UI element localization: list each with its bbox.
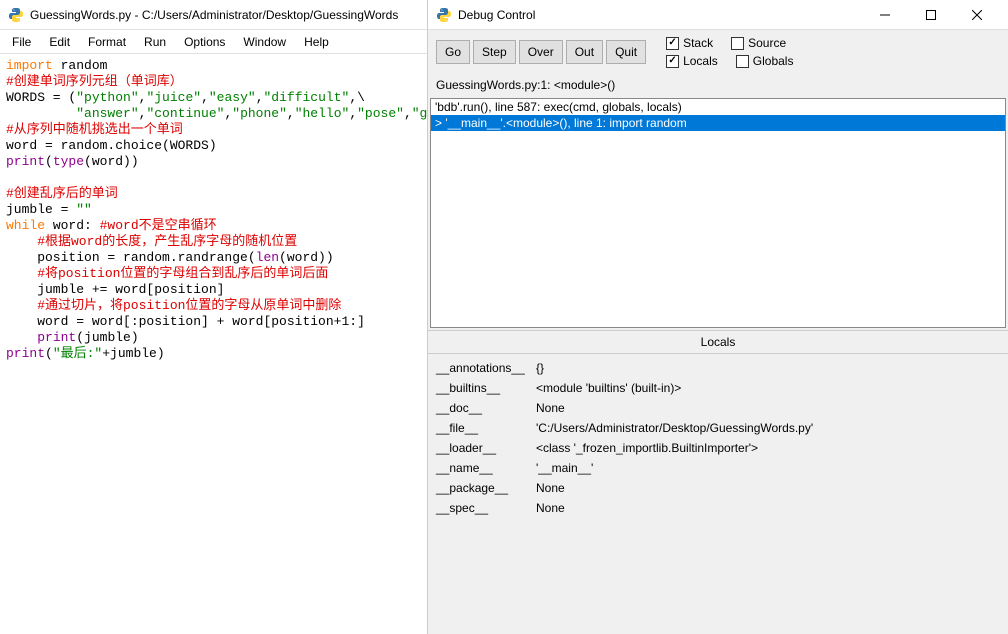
globals-checkbox[interactable]: Globals xyxy=(736,54,794,68)
editor-titlebar: GuessingWords.py - C:/Users/Administrato… xyxy=(0,0,427,30)
checkbox-icon xyxy=(666,55,679,68)
python-icon xyxy=(436,7,452,23)
menu-file[interactable]: File xyxy=(4,33,39,51)
editor-window: GuessingWords.py - C:/Users/Administrato… xyxy=(0,0,428,634)
locals-row: __builtins__<module 'builtins' (built-in… xyxy=(436,378,1000,398)
editor-menubar: File Edit Format Run Options Window Help xyxy=(0,30,427,54)
locals-row: __loader__<class '_frozen_importlib.Buil… xyxy=(436,438,1000,458)
go-button[interactable]: Go xyxy=(436,40,470,64)
step-button[interactable]: Step xyxy=(473,40,516,64)
maximize-button[interactable] xyxy=(908,0,954,30)
locals-row: __name__'__main__' xyxy=(436,458,1000,478)
menu-window[interactable]: Window xyxy=(235,33,294,51)
menu-edit[interactable]: Edit xyxy=(41,33,78,51)
over-button[interactable]: Over xyxy=(519,40,563,64)
minimize-button[interactable] xyxy=(862,0,908,30)
python-icon xyxy=(8,7,24,23)
locals-row: __package__None xyxy=(436,478,1000,498)
debug-status: GuessingWords.py:1: <module>() xyxy=(428,74,1008,96)
source-checkbox[interactable]: Source xyxy=(731,36,786,50)
editor-title: GuessingWords.py - C:/Users/Administrato… xyxy=(30,8,419,22)
checkbox-icon xyxy=(731,37,744,50)
out-button[interactable]: Out xyxy=(566,40,603,64)
menu-options[interactable]: Options xyxy=(176,33,233,51)
stack-line-selected[interactable]: > '__main__'.<module>(), line 1: import … xyxy=(431,115,1005,131)
menu-help[interactable]: Help xyxy=(296,33,337,51)
locals-panel: __annotations__{} __builtins__<module 'b… xyxy=(428,354,1008,634)
locals-row: __annotations__{} xyxy=(436,358,1000,378)
debug-window: Debug Control Go Step Over Out Quit xyxy=(428,0,1008,634)
checkbox-icon xyxy=(666,37,679,50)
stack-checkbox[interactable]: Stack xyxy=(666,36,713,50)
stack-trace[interactable]: 'bdb'.run(), line 587: exec(cmd, globals… xyxy=(430,98,1006,328)
locals-checkbox[interactable]: Locals xyxy=(666,54,718,68)
close-button[interactable] xyxy=(954,0,1000,30)
debug-toolbar: Go Step Over Out Quit Stack Source xyxy=(428,30,1008,74)
locals-row: __spec__None xyxy=(436,498,1000,518)
locals-row: __file__'C:/Users/Administrator/Desktop/… xyxy=(436,418,1000,438)
checkbox-icon xyxy=(736,55,749,68)
debug-title: Debug Control xyxy=(458,8,856,22)
menu-format[interactable]: Format xyxy=(80,33,134,51)
menu-run[interactable]: Run xyxy=(136,33,174,51)
code-editor[interactable]: import random #创建单词序列元组（单词库） WORDS = ("p… xyxy=(0,54,427,634)
stack-line[interactable]: 'bdb'.run(), line 587: exec(cmd, globals… xyxy=(431,99,1005,115)
debug-titlebar: Debug Control xyxy=(428,0,1008,30)
locals-row: __doc__None xyxy=(436,398,1000,418)
quit-button[interactable]: Quit xyxy=(606,40,646,64)
window-controls xyxy=(862,0,1000,30)
locals-header: Locals xyxy=(428,330,1008,354)
